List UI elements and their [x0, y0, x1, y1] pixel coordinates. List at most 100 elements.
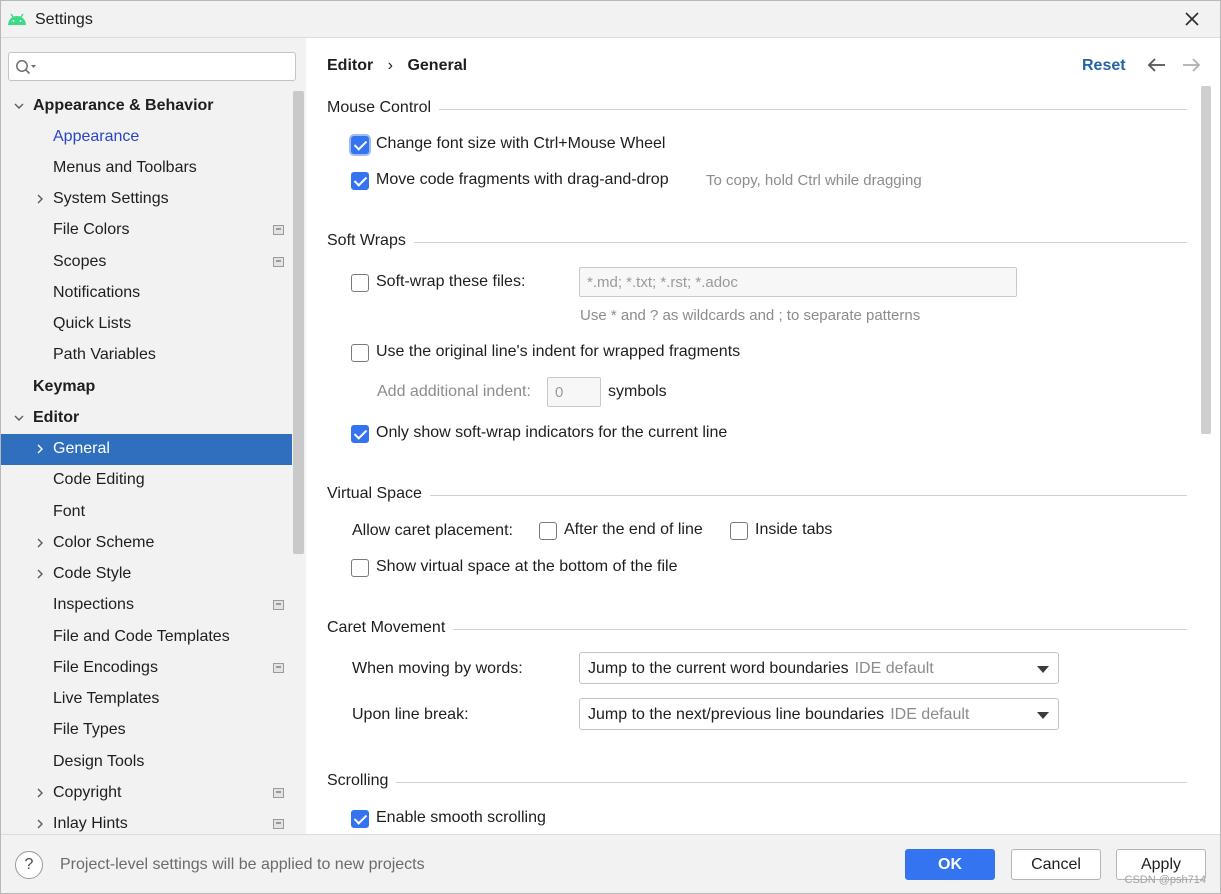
show-virtual-bottom-label: Show virtual space at the bottom of the … — [376, 558, 678, 575]
sidebar-item-code-editing[interactable]: Code Editing — [1, 465, 306, 496]
chevron-right-icon[interactable] — [34, 787, 46, 799]
section-divider — [327, 629, 1187, 630]
cancel-button[interactable]: Cancel — [1011, 849, 1101, 880]
sidebar-item-inspections[interactable]: Inspections — [1, 590, 306, 621]
font-size-wheel-label: Change font size with Ctrl+Mouse Wheel — [376, 135, 666, 152]
line-break-label: Upon line break: — [352, 706, 469, 723]
project-settings-icon — [273, 819, 284, 829]
sidebar-item-copyright[interactable]: Copyright — [1, 778, 306, 809]
search-icon — [16, 60, 36, 75]
breadcrumb-editor[interactable]: Editor — [327, 57, 373, 74]
sidebar-item-label: File Encodings — [53, 659, 158, 676]
chevron-right-icon[interactable] — [34, 818, 46, 830]
close-icon[interactable] — [1182, 9, 1202, 29]
content-scrollbar-thumb[interactable] — [1201, 86, 1211, 434]
font-size-wheel-checkbox[interactable] — [351, 136, 369, 154]
sidebar-scrollbar-thumb[interactable] — [293, 91, 304, 554]
ok-button[interactable]: OK — [905, 849, 995, 880]
sidebar-item-label: Code Style — [53, 565, 132, 582]
chevron-down-icon[interactable] — [13, 100, 25, 112]
drag-drop-hint: To copy, hold Ctrl while dragging — [706, 172, 922, 189]
section-title: Caret Movement — [327, 619, 454, 637]
sidebar-item-keymap[interactable]: Keymap — [1, 372, 306, 403]
after-end-of-line-label: After the end of line — [564, 521, 703, 538]
caret-placement-label: Allow caret placement: — [352, 522, 513, 539]
arrow-left-icon[interactable] — [1146, 56, 1168, 74]
after-end-of-line-checkbox[interactable] — [539, 522, 557, 540]
sidebar-item-scopes[interactable]: Scopes — [1, 247, 306, 278]
sidebar-item-file-colors[interactable]: File Colors — [1, 215, 306, 246]
original-indent-label: Use the original line's indent for wrapp… — [376, 343, 741, 360]
project-settings-icon — [273, 663, 284, 673]
sidebar-item-file-code-templates[interactable]: File and Code Templates — [1, 622, 306, 653]
breadcrumb: Editor › General — [327, 57, 477, 75]
sidebar-item-editor[interactable]: Editor — [1, 403, 306, 434]
section-title: Scrolling — [327, 772, 397, 790]
reset-link[interactable]: Reset — [1082, 57, 1126, 75]
sidebar-item-label: Keymap — [33, 378, 96, 395]
chevron-right-icon[interactable] — [34, 537, 46, 549]
content-scrollbar[interactable] — [1199, 86, 1213, 834]
inside-tabs-label: Inside tabs — [755, 521, 833, 538]
chevron-right-icon[interactable] — [34, 193, 46, 205]
indicators-current-line-checkbox[interactable] — [351, 425, 369, 443]
sidebar-item-label: Live Templates — [53, 690, 160, 707]
sidebar-item-quick-lists[interactable]: Quick Lists — [1, 309, 306, 340]
help-button[interactable]: ? — [15, 851, 43, 879]
project-settings-icon — [273, 600, 284, 610]
sidebar-item-label: Path Variables — [53, 346, 156, 363]
arrow-right-icon[interactable] — [1180, 56, 1202, 74]
soft-wrap-files-field[interactable]: *.md; *.txt; *.rst; *.adoc — [579, 267, 1017, 297]
project-settings-icon — [273, 788, 284, 798]
sidebar-item-label: Notifications — [53, 284, 141, 301]
search-field[interactable] — [8, 52, 296, 81]
soft-wrap-files-label: Soft-wrap these files: — [376, 273, 526, 290]
sidebar-item-label: Menus and Toolbars — [53, 159, 197, 176]
sidebar-item-label: Editor — [33, 409, 80, 426]
chevron-down-icon[interactable] — [13, 412, 25, 424]
sidebar-item-menus-toolbars[interactable]: Menus and Toolbars — [1, 153, 306, 184]
sidebar-scrollbar[interactable] — [292, 91, 306, 834]
sidebar-item-color-scheme[interactable]: Color Scheme — [1, 528, 306, 559]
by-words-dropdown[interactable]: Jump to the current word boundaries IDE d… — [579, 652, 1059, 684]
show-virtual-bottom-checkbox[interactable] — [351, 559, 369, 577]
sidebar-item-general[interactable]: General — [1, 434, 306, 465]
sidebar-item-file-encodings[interactable]: File Encodings — [1, 653, 306, 684]
inside-tabs-checkbox[interactable] — [730, 522, 748, 540]
search-input[interactable] — [45, 57, 285, 77]
indicators-current-line-label: Only show soft-wrap indicators for the c… — [376, 424, 728, 441]
sidebar-item-file-types[interactable]: File Types — [1, 715, 306, 746]
sidebar-item-code-style[interactable]: Code Style — [1, 559, 306, 590]
sidebar-item-system-settings[interactable]: System Settings — [1, 184, 306, 215]
dropdown-arrow-icon — [1037, 712, 1049, 719]
chevron-right-icon[interactable] — [34, 568, 46, 580]
chevron-right-icon[interactable] — [34, 443, 46, 455]
dropdown-arrow-icon — [1037, 666, 1049, 673]
section-title: Mouse Control — [327, 99, 440, 117]
sidebar-item-appearance[interactable]: Appearance — [1, 122, 306, 153]
original-indent-checkbox[interactable] — [351, 344, 369, 362]
symbols-label: symbols — [608, 383, 667, 400]
sidebar-item-font[interactable]: Font — [1, 497, 306, 528]
sidebar-item-label: Font — [53, 503, 86, 520]
project-settings-icon — [273, 257, 284, 267]
additional-indent-label: Add additional indent: — [377, 383, 531, 400]
sidebar-item-design-tools[interactable]: Design Tools — [1, 747, 306, 778]
section-divider — [327, 495, 1187, 496]
sidebar-item-label: Design Tools — [53, 753, 145, 770]
window-title: Settings — [35, 11, 93, 28]
line-break-dropdown[interactable]: Jump to the next/previous line boundarie… — [579, 698, 1059, 730]
drag-drop-checkbox[interactable] — [351, 172, 369, 190]
soft-wrap-files-checkbox[interactable] — [351, 274, 369, 292]
sidebar-item-appearance-behavior[interactable]: Appearance & Behavior — [1, 91, 306, 122]
sidebar-item-notifications[interactable]: Notifications — [1, 278, 306, 309]
footer-message: Project-level settings will be applied t… — [60, 856, 425, 873]
sidebar-item-label: Inspections — [53, 596, 134, 613]
sidebar-item-path-variables[interactable]: Path Variables — [1, 340, 306, 371]
smooth-scrolling-checkbox[interactable] — [351, 810, 369, 828]
section-divider — [327, 242, 1187, 243]
additional-indent-field[interactable]: 0 — [547, 377, 601, 407]
sidebar-item-live-templates[interactable]: Live Templates — [1, 684, 306, 715]
breadcrumb-separator: › — [387, 57, 393, 74]
sidebar-item-label: File and Code Templates — [53, 628, 230, 645]
